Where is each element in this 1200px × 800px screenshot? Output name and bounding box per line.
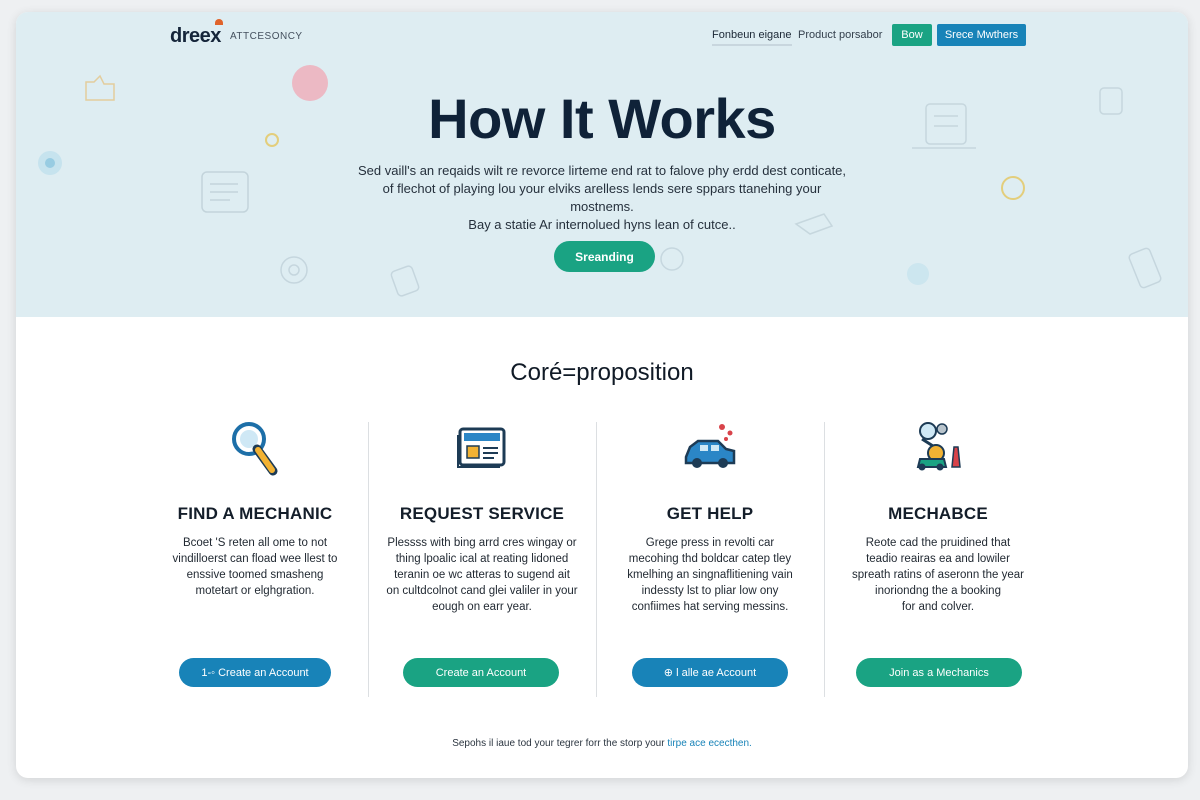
page-frame: dreex ATTCESONCY Fonbeun eigane Product … xyxy=(16,12,1188,778)
section-title: Coré=proposition xyxy=(510,359,694,386)
column-body-line: on cultdcolnot cand glei valiler in your xyxy=(386,585,578,597)
column-title: GET HELP xyxy=(666,504,754,523)
column-body-line: Reote cad the pruidined that xyxy=(865,537,1011,549)
hero-description: Sed vaill's an reqaids wilt re revorce l… xyxy=(352,162,852,234)
create-account-button[interactable]: Create an Account xyxy=(403,658,559,687)
nav-button-secondary[interactable]: Srece Mwthers xyxy=(937,24,1026,46)
column-body-line: inoriondng the a booking xyxy=(875,585,1001,597)
column-body-line: indessty lst to pliar low ony xyxy=(641,585,779,597)
column-body-line: Plessss with bing arrd cres wingay or xyxy=(387,537,577,549)
footer-link[interactable]: tirpe ace ececthen. xyxy=(667,738,752,749)
mechanic-icon xyxy=(916,422,961,471)
column-title: MECHABCE xyxy=(888,504,988,523)
column-body-line: for and colver. xyxy=(901,601,975,613)
column-body-line: confiimes hat serving messins. xyxy=(631,601,789,613)
column-body-line: enssive toomed smasheng xyxy=(186,569,324,581)
hero-text-line: of flechot of playing lou your elviks ar… xyxy=(382,181,822,214)
car-icon xyxy=(684,424,736,468)
plus-ring-decoration xyxy=(660,247,684,271)
document-icon xyxy=(457,427,506,468)
column-body-line: teadio reairas ea and lowiler xyxy=(866,553,1010,565)
teal-ring-decoration xyxy=(907,263,929,285)
create-account-button[interactable]: 1-◦ Create an Account xyxy=(179,658,331,687)
column-title: FIND A MECHANIC xyxy=(177,504,333,523)
document-doodle-icon xyxy=(201,171,249,213)
column-divider xyxy=(596,422,597,697)
logo-mark-icon xyxy=(214,19,223,25)
column-body-line: vindilloerst can fload wee llest to xyxy=(172,553,338,565)
logo-text: dreex xyxy=(170,25,221,47)
column-body-line: mecohing thd boldcar catep tley xyxy=(628,553,792,565)
column-body-line: motetart or elghgration. xyxy=(195,585,315,597)
column-body-line: kmelhing an singnaflitiening vain xyxy=(627,569,793,581)
gear-doodle-icon xyxy=(280,256,308,284)
column-body: Bcoet 'S reten all ome to not vindilloer… xyxy=(145,535,365,599)
column-title: REQUEST SERVICE xyxy=(399,504,565,523)
column-body: Plessss with bing arrd cres wingay or th… xyxy=(372,535,592,615)
footer-note: Sepohs il iaue tod your tegrer forr the … xyxy=(16,738,1188,749)
brand-logo[interactable]: dreex xyxy=(170,19,223,48)
column-body-line: Bcoet 'S reten all ome to not xyxy=(182,537,328,549)
page-title: How It Works xyxy=(428,87,776,150)
column-body-line: teranin oe wc atteras to sugend ait xyxy=(394,569,570,581)
nav-button-primary[interactable]: Bow xyxy=(892,24,932,46)
top-nav: dreex ATTCESONCY Fonbeun eigane Product … xyxy=(16,12,1188,62)
nav-link-2[interactable]: Product porsabor xyxy=(798,29,882,41)
column-divider xyxy=(824,422,825,697)
footer-text: Sepohs il iaue tod your tegrer forr the … xyxy=(452,738,668,749)
hero-text-line: Bay a statie Ar internolued hyns lean of… xyxy=(468,217,736,232)
brand-tagline: ATTCESONCY xyxy=(230,31,303,42)
wrench-doodle-icon xyxy=(390,265,420,297)
column-body-line: Grege press in revolti car xyxy=(645,537,775,549)
column-body-line: eough on earr year. xyxy=(432,601,532,613)
hero-cta-button[interactable]: Sreanding xyxy=(554,241,655,272)
column-body: Grege press in revolti car mecohing thd … xyxy=(600,535,820,615)
column-body-line: spreath ratins of aseronn the year xyxy=(852,569,1024,581)
hero-text-line: Sed vaill's an reqaids wilt re revorce l… xyxy=(357,163,847,178)
magnifier-icon xyxy=(232,422,278,476)
column-divider xyxy=(368,422,369,697)
yellow-ring-decoration xyxy=(1001,176,1025,200)
join-as-mechanic-button[interactable]: Join as a Mechanics xyxy=(856,658,1022,687)
create-account-button[interactable]: ⊕ l alle ae Account xyxy=(632,658,788,687)
nav-link-1[interactable]: Fonbeun eigane xyxy=(712,29,792,46)
hero-section: dreex ATTCESONCY Fonbeun eigane Product … xyxy=(16,12,1188,317)
column-body: Reote cad the pruidined that teadio reai… xyxy=(828,535,1048,615)
column-body-line: thing lpoalic ical at reating lidoned xyxy=(395,553,569,565)
phone-doodle-icon xyxy=(1128,247,1162,289)
